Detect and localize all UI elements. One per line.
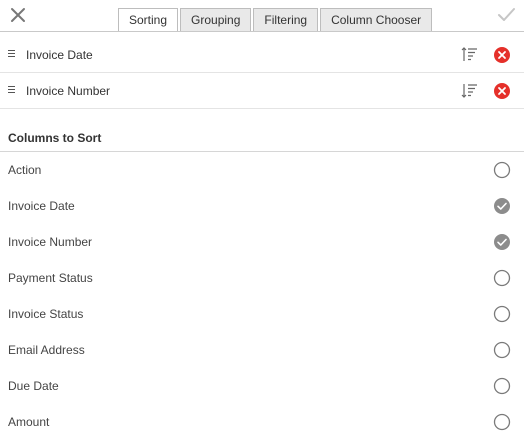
tab-grouping[interactable]: Grouping <box>180 8 252 31</box>
column-option-invoice-status[interactable]: Invoice Status <box>0 296 524 332</box>
tab-filtering[interactable]: Filtering <box>253 8 319 31</box>
sorted-column-label: Invoice Number <box>26 84 111 98</box>
column-option-amount[interactable]: Amount <box>0 404 524 440</box>
column-option-label: Email Address <box>8 343 85 357</box>
column-option-label: Invoice Status <box>8 307 84 321</box>
column-option-label: Due Date <box>8 379 59 393</box>
remove-icon <box>498 51 506 59</box>
sort-descending-icon <box>461 84 477 98</box>
radio-unchecked-icon[interactable] <box>493 305 511 323</box>
column-option-email-address[interactable]: Email Address <box>0 332 524 368</box>
radio-unchecked-icon[interactable] <box>493 341 511 359</box>
radio-unchecked-icon[interactable] <box>493 161 511 179</box>
close-icon <box>11 8 25 22</box>
sorted-row-invoice-number: Invoice Number <box>0 73 524 109</box>
sort-direction-button[interactable] <box>461 47 478 63</box>
sort-direction-button[interactable] <box>461 83 478 99</box>
section-title: Columns to Sort <box>8 131 102 145</box>
drag-handle-icon[interactable] <box>8 86 15 94</box>
tab-strip: Sorting Grouping Filtering Column Choose… <box>118 8 434 32</box>
radio-unchecked-icon[interactable] <box>493 269 511 287</box>
column-option-invoice-number[interactable]: Invoice Number <box>0 224 524 260</box>
tab-column-chooser[interactable]: Column Chooser <box>320 8 433 31</box>
radio-checked-icon[interactable] <box>493 197 511 215</box>
toolbar-divider <box>0 31 524 32</box>
close-button[interactable] <box>8 5 28 25</box>
remove-sort-button[interactable] <box>494 83 510 99</box>
dialog-toolbar: Sorting Grouping Filtering Column Choose… <box>0 0 524 32</box>
sorted-columns-list: Invoice Date Invoice Number <box>0 37 524 109</box>
columns-to-sort-list: Action Invoice Date Invoice Number Payme… <box>0 152 524 440</box>
column-option-label: Amount <box>8 415 50 429</box>
confirm-button[interactable] <box>495 5 517 25</box>
remove-icon <box>498 87 506 95</box>
column-option-action[interactable]: Action <box>0 152 524 188</box>
sort-dialog: Sorting Grouping Filtering Column Choose… <box>0 0 524 441</box>
column-option-due-date[interactable]: Due Date <box>0 368 524 404</box>
remove-sort-button[interactable] <box>494 47 510 63</box>
radio-unchecked-icon[interactable] <box>493 413 511 431</box>
drag-handle-icon[interactable] <box>8 50 15 58</box>
column-option-payment-status[interactable]: Payment Status <box>0 260 524 296</box>
sort-ascending-icon <box>461 47 477 61</box>
column-option-label: Action <box>8 163 42 177</box>
column-option-invoice-date[interactable]: Invoice Date <box>0 188 524 224</box>
sorted-row-invoice-date: Invoice Date <box>0 37 524 73</box>
column-option-label: Invoice Number <box>8 235 93 249</box>
radio-checked-icon[interactable] <box>493 233 511 251</box>
radio-unchecked-icon[interactable] <box>493 377 511 395</box>
column-option-label: Payment Status <box>8 271 93 285</box>
sorted-column-label: Invoice Date <box>26 48 93 62</box>
column-option-label: Invoice Date <box>8 199 75 213</box>
checkmark-icon <box>498 8 515 21</box>
tab-sorting[interactable]: Sorting <box>118 8 179 32</box>
